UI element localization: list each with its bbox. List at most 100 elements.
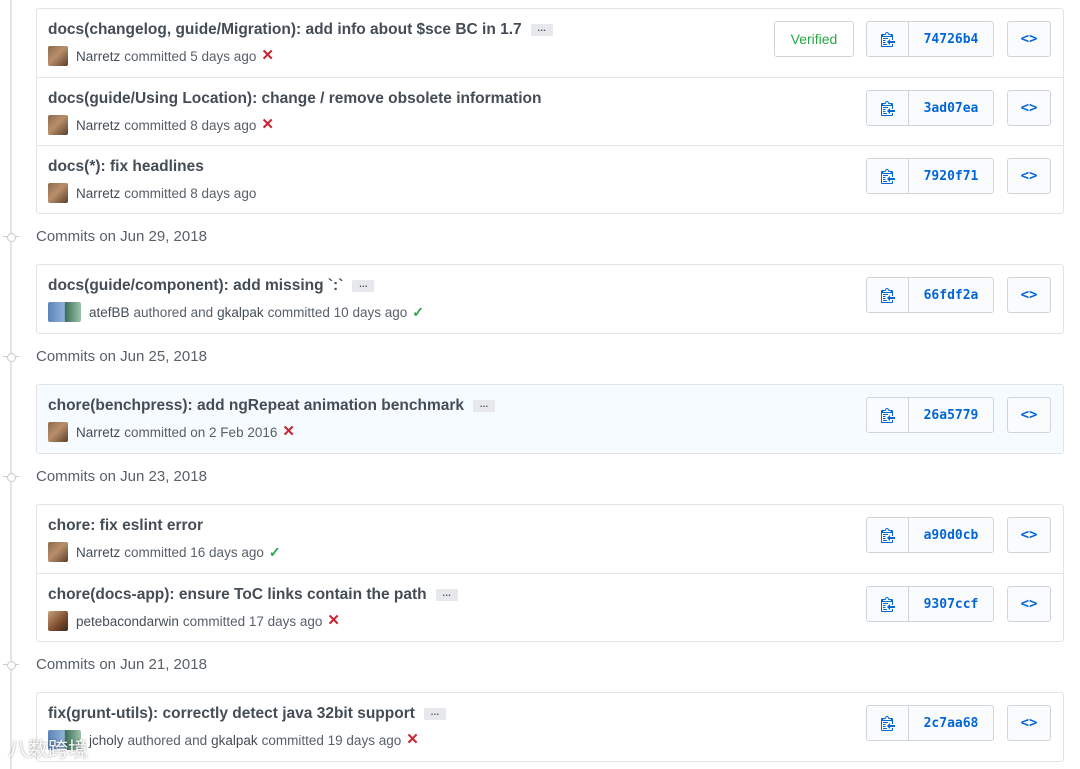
author-link[interactable]: Narretz bbox=[76, 49, 120, 64]
commit-row: chore: fix eslint error Narretz committed … bbox=[37, 505, 1063, 573]
commit-meta: Narretz committed on 2 Feb 2016 ✕ bbox=[48, 422, 295, 442]
commit-title-link[interactable]: docs(*): fix headlines bbox=[48, 158, 204, 176]
x-icon[interactable]: ✕ bbox=[261, 48, 274, 63]
code-icon[interactable]: <> bbox=[1007, 158, 1051, 194]
author-link[interactable]: atefBB bbox=[89, 305, 130, 320]
clipboard-icon[interactable] bbox=[867, 398, 909, 432]
commit-date-label: Commits on Jun 21, 2018 bbox=[36, 656, 207, 673]
commit-time: committed 5 days ago bbox=[124, 48, 257, 64]
commit-title-link[interactable]: chore(docs-app): ensure ToC links contai… bbox=[48, 586, 427, 604]
commit-title-link[interactable]: docs(changelog, guide/Migration): add in… bbox=[48, 21, 522, 39]
code-icon[interactable]: <> bbox=[1007, 397, 1051, 433]
commit-date-label: Commits on Jun 25, 2018 bbox=[36, 348, 207, 365]
commit-title-line: chore(docs-app): ensure ToC links contai… bbox=[48, 586, 458, 604]
commit-sha-link[interactable]: 2c7aa68 bbox=[909, 706, 993, 740]
sha-button-group: 2c7aa68 bbox=[866, 705, 994, 741]
author-link[interactable]: petebacondarwin bbox=[76, 614, 179, 629]
x-icon[interactable]: ✕ bbox=[406, 732, 419, 747]
sha-button-group: 74726b4 bbox=[866, 21, 994, 57]
commit-meta: atefBB authored and gkalpak committed 10 da… bbox=[48, 302, 424, 322]
code-icon[interactable]: <> bbox=[1007, 90, 1051, 126]
commit-time: committed 8 days ago bbox=[124, 117, 257, 133]
clipboard-icon[interactable] bbox=[867, 22, 909, 56]
x-icon[interactable]: ✕ bbox=[261, 117, 274, 132]
commit-row: docs(changelog, guide/Migration): add in… bbox=[37, 9, 1063, 77]
commit-title-link[interactable]: docs(guide/component): add missing `:` bbox=[48, 277, 343, 295]
commit-row: docs(guide/component): add missing `:` … a… bbox=[37, 265, 1063, 333]
author-link[interactable]: jcholy bbox=[89, 733, 124, 748]
commit-title-line: docs(changelog, guide/Migration): add in… bbox=[48, 21, 553, 39]
code-icon[interactable]: <> bbox=[1007, 517, 1051, 553]
expand-message-button[interactable]: … bbox=[435, 589, 458, 601]
commit-group-box: chore(benchpress): add ngRepeat animatio… bbox=[36, 384, 1064, 454]
x-icon[interactable]: ✕ bbox=[327, 613, 340, 628]
author-link[interactable]: Narretz bbox=[76, 545, 120, 560]
avatar[interactable] bbox=[48, 611, 68, 631]
commit-sha-link[interactable]: 3ad07ea bbox=[909, 91, 993, 125]
commit-title-line: chore(benchpress): add ngRepeat animatio… bbox=[48, 397, 496, 415]
code-icon[interactable]: <> bbox=[1007, 705, 1051, 741]
commit-title-link[interactable]: docs(guide/Using Location): change / rem… bbox=[48, 90, 541, 108]
sha-button-group: 26a5779 bbox=[866, 397, 994, 433]
commit-title-link[interactable]: chore(benchpress): add ngRepeat animatio… bbox=[48, 397, 464, 415]
commit-title-link[interactable]: fix(grunt-utils): correctly detect java … bbox=[48, 705, 415, 723]
code-icon[interactable]: <> bbox=[1007, 21, 1051, 57]
commit-meta: Narretz committed 8 days ago ✕ bbox=[48, 115, 274, 135]
authored-text: authored and bbox=[127, 732, 208, 748]
verified-badge[interactable]: Verified bbox=[774, 21, 854, 57]
commit-row: docs(*): fix headlines Narretz committed 8… bbox=[37, 145, 1063, 213]
commit-title-line: docs(*): fix headlines bbox=[48, 158, 204, 176]
expand-message-button[interactable]: … bbox=[530, 24, 553, 36]
commit-meta: Narretz committed 5 days ago ✕ bbox=[48, 46, 274, 66]
expand-message-button[interactable]: … bbox=[352, 280, 375, 292]
commit-sha-link[interactable]: 66fdf2a bbox=[909, 278, 993, 312]
avatar[interactable] bbox=[48, 542, 68, 562]
commit-title-line: chore: fix eslint error bbox=[48, 517, 203, 535]
timeline-node-icon bbox=[3, 472, 19, 482]
clipboard-icon[interactable] bbox=[867, 587, 909, 621]
commit-date-label: Commits on Jun 23, 2018 bbox=[36, 468, 207, 485]
author-link[interactable]: Narretz bbox=[76, 118, 120, 133]
committer-link[interactable]: gkalpak bbox=[211, 733, 258, 748]
commit-date-label: Commits on Jun 29, 2018 bbox=[36, 228, 207, 245]
commit-row: fix(grunt-utils): correctly detect java … bbox=[37, 693, 1063, 761]
watermark: 八数跨境 bbox=[8, 737, 88, 761]
expand-message-button[interactable]: … bbox=[423, 708, 446, 720]
avatar[interactable] bbox=[48, 115, 68, 135]
commit-title-line: docs(guide/Using Location): change / rem… bbox=[48, 90, 541, 108]
commit-group-box: chore: fix eslint error Narretz committed … bbox=[36, 504, 1064, 642]
commit-group-box: fix(grunt-utils): correctly detect java … bbox=[36, 692, 1064, 762]
commit-sha-link[interactable]: 9307ccf bbox=[909, 587, 993, 621]
avatar[interactable] bbox=[48, 302, 81, 322]
clipboard-icon[interactable] bbox=[867, 159, 909, 193]
committer-link[interactable]: gkalpak bbox=[217, 305, 264, 320]
commit-time: committed 16 days ago bbox=[124, 544, 264, 560]
sha-button-group: a90d0cb bbox=[866, 517, 994, 553]
clipboard-icon[interactable] bbox=[867, 91, 909, 125]
author-link[interactable]: Narretz bbox=[76, 425, 120, 440]
commit-time: committed 10 days ago bbox=[267, 304, 408, 320]
commit-sha-link[interactable]: 26a5779 bbox=[909, 398, 993, 432]
avatar[interactable] bbox=[48, 183, 68, 203]
x-icon[interactable]: ✕ bbox=[282, 424, 295, 439]
code-icon[interactable]: <> bbox=[1007, 586, 1051, 622]
timeline-node-icon bbox=[3, 232, 19, 242]
expand-message-button[interactable]: … bbox=[473, 400, 496, 412]
commit-sha-link[interactable]: a90d0cb bbox=[909, 518, 993, 552]
commit-sha-link[interactable]: 74726b4 bbox=[909, 22, 993, 56]
check-icon[interactable]: ✓ bbox=[412, 305, 424, 319]
avatar[interactable] bbox=[48, 46, 68, 66]
timeline-line bbox=[10, 0, 12, 769]
check-icon[interactable]: ✓ bbox=[269, 545, 281, 559]
commit-sha-link[interactable]: 7920f71 bbox=[909, 159, 993, 193]
author-link[interactable]: Narretz bbox=[76, 186, 120, 201]
clipboard-icon[interactable] bbox=[867, 518, 909, 552]
avatar[interactable] bbox=[48, 422, 68, 442]
code-icon[interactable]: <> bbox=[1007, 277, 1051, 313]
clipboard-icon[interactable] bbox=[867, 278, 909, 312]
clipboard-icon[interactable] bbox=[867, 706, 909, 740]
commit-row: docs(guide/Using Location): change / rem… bbox=[37, 77, 1063, 145]
commit-title-link[interactable]: chore: fix eslint error bbox=[48, 517, 203, 535]
commit-group-box: docs(changelog, guide/Migration): add in… bbox=[36, 8, 1064, 214]
commit-time: committed on 2 Feb 2016 bbox=[124, 424, 278, 440]
